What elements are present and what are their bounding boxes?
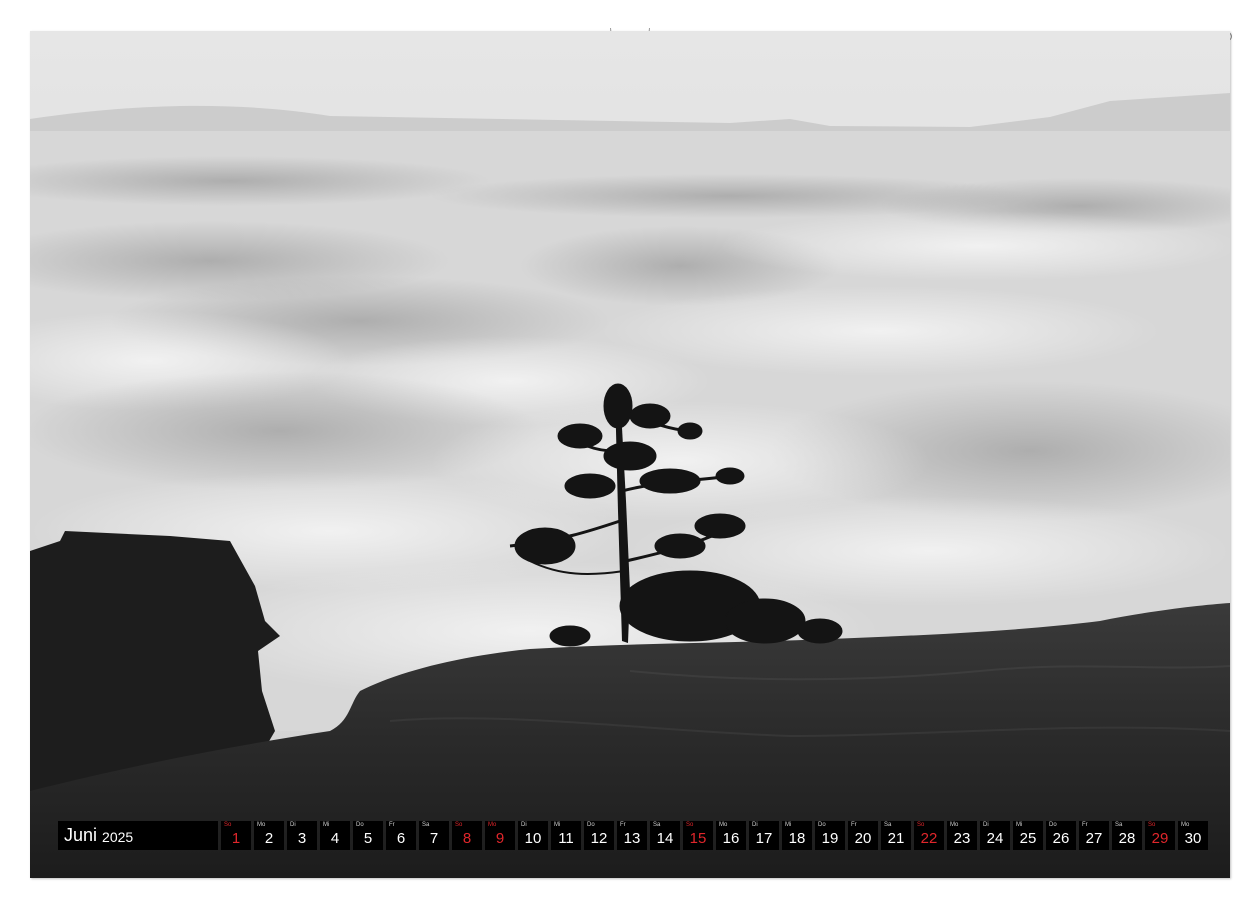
calendar-day: Mi 18 xyxy=(782,821,812,850)
calendar-day: Fr 20 xyxy=(848,821,878,850)
weekday-label: So xyxy=(686,822,694,828)
weekday-label: So xyxy=(455,822,463,828)
weekday-label: So xyxy=(1148,822,1156,828)
calendar-day: Mi 11 xyxy=(551,821,581,850)
weekday-label: Do xyxy=(1049,822,1057,828)
day-number: 18 xyxy=(788,830,806,847)
calendar-day: Mo 9 xyxy=(485,821,515,850)
day-number: 6 xyxy=(396,830,406,847)
weekday-label: Fr xyxy=(620,822,626,828)
day-number: 30 xyxy=(1184,830,1202,847)
day-number: 5 xyxy=(363,830,373,847)
weekday-label: So xyxy=(224,822,232,828)
weekday-label: Fr xyxy=(1082,822,1088,828)
calendar-day: Do 5 xyxy=(353,821,383,850)
calendar-day: Do 19 xyxy=(815,821,845,850)
weekday-label: Mi xyxy=(554,822,561,828)
day-number: 8 xyxy=(462,830,472,847)
calendar-day: Di 10 xyxy=(518,821,548,850)
calendar-day: Mo 23 xyxy=(947,821,977,850)
weekday-label: Sa xyxy=(884,822,892,828)
calendar-day: Sa 21 xyxy=(881,821,911,850)
day-number: 21 xyxy=(887,830,905,847)
weekday-label: Di xyxy=(752,822,758,828)
calendar-day: So 22 xyxy=(914,821,944,850)
calendar-day: Mo 16 xyxy=(716,821,746,850)
calendar-day: Mi 25 xyxy=(1013,821,1043,850)
day-number: 4 xyxy=(330,830,340,847)
calendar-day: So 29 xyxy=(1145,821,1175,850)
calendar-day: So 1 xyxy=(221,821,251,850)
calendar-day: Sa 7 xyxy=(419,821,449,850)
day-number: 7 xyxy=(429,830,439,847)
weekday-label: Sa xyxy=(653,822,661,828)
weekday-label: Fr xyxy=(389,822,395,828)
day-number: 19 xyxy=(821,830,839,847)
day-number: 14 xyxy=(656,830,674,847)
weekday-label: Mo xyxy=(257,822,266,828)
calendar-day: Do 12 xyxy=(584,821,614,850)
weekday-label: Do xyxy=(818,822,826,828)
calendar-day: Mi 4 xyxy=(320,821,350,850)
calendar-day: Mo 2 xyxy=(254,821,284,850)
day-number: 3 xyxy=(297,830,307,847)
year-label: 2025 xyxy=(102,828,134,845)
weekday-label: Mo xyxy=(488,822,497,828)
day-number: 15 xyxy=(689,830,707,847)
calendar-day: Di 24 xyxy=(980,821,1010,850)
day-number: 16 xyxy=(722,830,740,847)
weekday-label: Mo xyxy=(719,822,728,828)
day-number: 28 xyxy=(1118,830,1136,847)
weekday-label: Mi xyxy=(785,822,792,828)
day-number: 17 xyxy=(755,830,773,847)
weekday-label: Di xyxy=(983,822,989,828)
day-number: 2 xyxy=(264,830,274,847)
weekday-label: Mo xyxy=(1181,822,1190,828)
day-number: 22 xyxy=(920,830,938,847)
calendar-day: Di 3 xyxy=(287,821,317,850)
weekday-label: Di xyxy=(290,822,296,828)
calendar-day: So 8 xyxy=(452,821,482,850)
calendar-day: Fr 13 xyxy=(617,821,647,850)
day-number: 13 xyxy=(623,830,641,847)
day-number: 25 xyxy=(1019,830,1037,847)
weekday-label: Do xyxy=(587,822,595,828)
calendar-day: Fr 6 xyxy=(386,821,416,850)
weekday-label: Mi xyxy=(323,822,330,828)
weekday-label: Sa xyxy=(422,822,430,828)
calendar-day: Sa 28 xyxy=(1112,821,1142,850)
day-number: 23 xyxy=(953,830,971,847)
weekday-label: Do xyxy=(356,822,364,828)
day-number: 11 xyxy=(558,830,574,847)
weekday-label: Fr xyxy=(851,822,857,828)
day-number: 26 xyxy=(1052,830,1070,847)
day-number: 29 xyxy=(1151,830,1169,847)
calendar-day: Di 17 xyxy=(749,821,779,850)
weekday-label: So xyxy=(917,822,925,828)
month-name: Juni xyxy=(64,825,98,845)
calendar-strip: Juni 2025 So 1 Mo 2 Di 3 Mi 4 Do 5 Fr 6 Sa 7 So 8 Mo 9 Di 1… xyxy=(58,821,1208,850)
calendar-day: Do 26 xyxy=(1046,821,1076,850)
calendar-day: So 15 xyxy=(683,821,713,850)
day-number: 9 xyxy=(495,830,505,847)
weekday-label: Mi xyxy=(1016,822,1023,828)
month-label: Juni 2025 xyxy=(58,821,218,850)
day-number: 27 xyxy=(1085,830,1103,847)
calendar-day: Mo 30 xyxy=(1178,821,1208,850)
landscape-image xyxy=(30,31,1230,878)
calendar-photo xyxy=(30,31,1230,878)
weekday-label: Sa xyxy=(1115,822,1123,828)
calendar-day: Sa 14 xyxy=(650,821,680,850)
day-number: 12 xyxy=(590,830,608,847)
day-number: 20 xyxy=(854,830,872,847)
weekday-label: Mo xyxy=(950,822,959,828)
day-number: 24 xyxy=(986,830,1004,847)
day-number: 1 xyxy=(231,830,241,847)
day-number: 10 xyxy=(524,830,542,847)
weekday-label: Di xyxy=(521,822,527,828)
calendar-day: Fr 27 xyxy=(1079,821,1109,850)
